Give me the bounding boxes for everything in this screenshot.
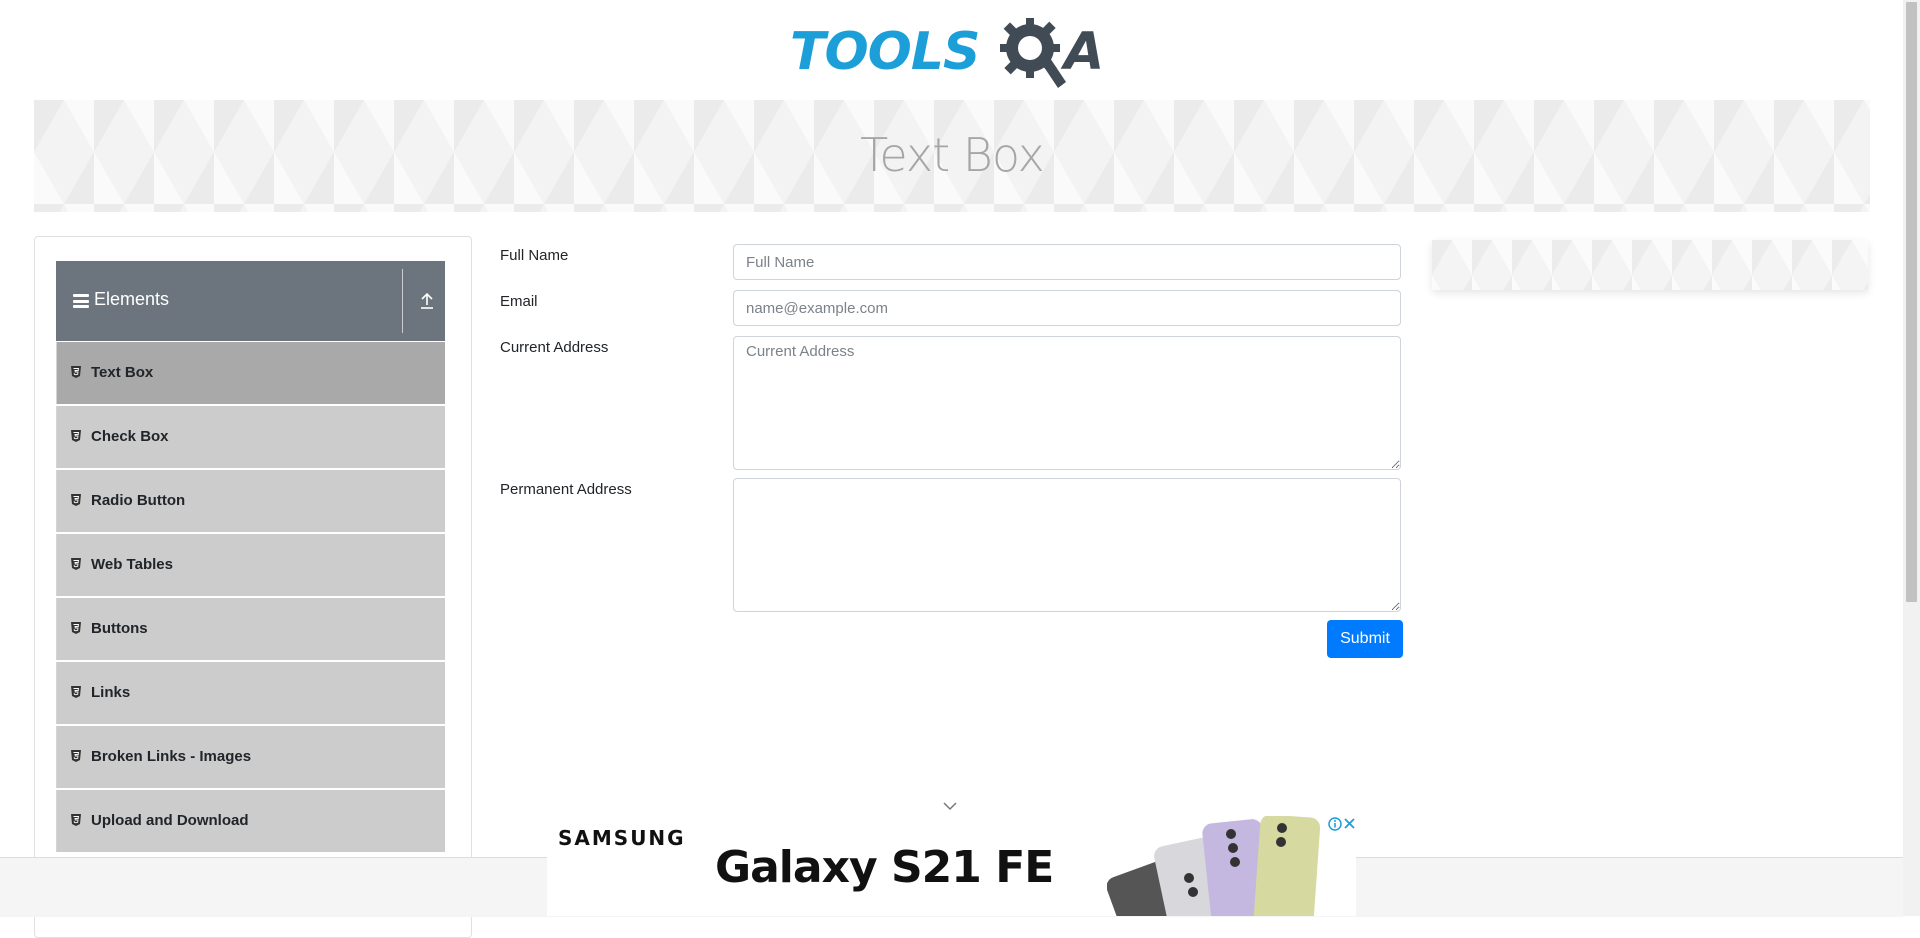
html5-icon: [71, 430, 81, 442]
sidebar-item-label: Text Box: [91, 364, 154, 381]
ad-brand: SAMSUNG: [558, 826, 686, 850]
email-label: Email: [500, 293, 538, 310]
site-header: TOOLS A: [0, 0, 1903, 100]
gear-magnifier-icon: [1000, 18, 1066, 88]
sidebar-item-label: Radio Button: [91, 492, 186, 509]
html5-icon: [71, 622, 81, 634]
vertical-scrollbar[interactable]: [1903, 0, 1920, 916]
phones-image: [1107, 816, 1321, 916]
group-title: Elements: [94, 289, 170, 309]
html5-icon: [71, 814, 81, 826]
sidebar-item-label: Links: [91, 684, 131, 701]
header-divider: [402, 269, 403, 333]
permanent-address-label: Permanent Address: [500, 481, 632, 498]
submit-button[interactable]: Submit: [1327, 620, 1403, 658]
permanent-address-textarea[interactable]: [733, 478, 1401, 612]
logo-text-a: A: [1064, 22, 1105, 82]
samsung-ad-banner[interactable]: SAMSUNG Galaxy S21 FE: [547, 816, 1356, 916]
current-address-textarea[interactable]: [733, 336, 1401, 470]
toolsqa-logo[interactable]: TOOLS A: [790, 14, 1120, 90]
chevron-down-icon[interactable]: [942, 800, 958, 812]
hamburger-icon: [73, 294, 89, 308]
sidebar-item-check-box[interactable]: Check Box: [56, 406, 445, 468]
html5-icon: [71, 366, 81, 378]
page-banner: Text Box: [34, 100, 1870, 212]
html5-icon: [71, 494, 81, 506]
sidebar-item-label: Upload and Download: [91, 812, 249, 829]
page-title: Text Box: [860, 128, 1045, 182]
collapse-up-icon: [421, 292, 433, 309]
full-name-input[interactable]: [733, 244, 1401, 280]
sidebar-item-label: Check Box: [91, 428, 169, 445]
ad-info-close-icon[interactable]: [1327, 816, 1356, 832]
sidebar-item-label: Buttons: [91, 620, 148, 637]
sidebar-item-links[interactable]: Links: [56, 662, 445, 724]
scrollbar-thumb[interactable]: [1906, 2, 1917, 602]
html5-icon: [71, 558, 81, 570]
right-ad-placeholder: [1432, 240, 1868, 290]
email-input[interactable]: [733, 290, 1401, 326]
current-address-label: Current Address: [500, 339, 609, 356]
collapse-button[interactable]: [409, 281, 445, 321]
sidebar-item-broken-links[interactable]: Broken Links - Images: [56, 726, 445, 788]
sidebar-item-text-box[interactable]: Text Box: [56, 342, 445, 404]
sidebar-item-buttons[interactable]: Buttons: [56, 598, 445, 660]
elements-menu: Text Box Check Box Radio Button Web Tabl…: [56, 342, 445, 854]
sidebar-item-radio-button[interactable]: Radio Button: [56, 470, 445, 532]
sidebar-item-label: Web Tables: [91, 556, 173, 573]
full-name-label: Full Name: [500, 247, 569, 264]
ad-product-name: Galaxy S21 FE: [715, 842, 1054, 893]
sidebar-item-web-tables[interactable]: Web Tables: [56, 534, 445, 596]
sidebar-item-upload-download[interactable]: Upload and Download: [56, 790, 445, 852]
html5-icon: [71, 686, 81, 698]
elements-group-header[interactable]: Elements: [56, 261, 445, 341]
html5-icon: [71, 750, 81, 762]
sidebar-item-label: Broken Links - Images: [91, 748, 252, 765]
logo-text-tools: TOOLS: [790, 22, 980, 82]
